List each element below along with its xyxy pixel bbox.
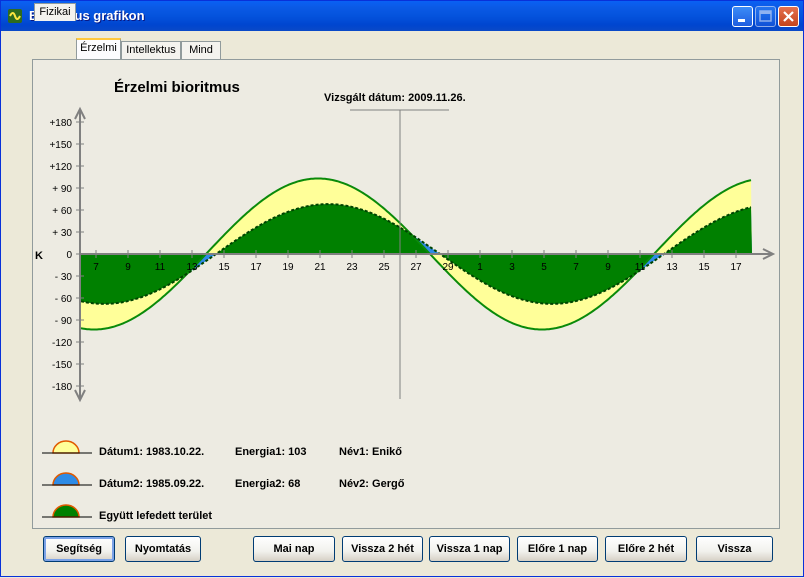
today-button[interactable]: Mai nap: [253, 536, 335, 562]
window: Bioritmus grafikon Fizikai Érzelmi Intel…: [0, 0, 804, 577]
legend-swatches: [42, 440, 92, 518]
back-button[interactable]: Vissza: [696, 536, 773, 562]
legend-swatch-3: [42, 504, 92, 518]
legend-swatch-1: [42, 440, 92, 454]
tab-erzelmi[interactable]: Érzelmi: [76, 38, 121, 59]
legend-name-2: Név2: Gergő: [339, 478, 405, 490]
legend-name-1: Név1: Enikő: [339, 446, 402, 458]
legend-swatch-2: [42, 472, 92, 486]
print-button[interactable]: Nyomtatás: [125, 536, 201, 562]
legend-date-1: Dátum1: 1983.10.22.: [99, 446, 205, 458]
help-button[interactable]: Segítség: [43, 536, 115, 562]
legend-energy-1: Energia1: 103: [235, 446, 307, 458]
back-1-day-button[interactable]: Vissza 1 nap: [429, 536, 510, 562]
legend-energy-2: Energia2: 68: [235, 478, 301, 490]
forward-1-day-button[interactable]: Előre 1 nap: [517, 536, 598, 562]
back-2-weeks-button[interactable]: Vissza 2 hét: [342, 536, 423, 562]
legend-date-2: Dátum2: 1985.09.22.: [99, 478, 205, 490]
forward-2-weeks-button[interactable]: Előre 2 hét: [605, 536, 687, 562]
legend-overlap-label: Együtt lefedett terület: [99, 510, 213, 522]
